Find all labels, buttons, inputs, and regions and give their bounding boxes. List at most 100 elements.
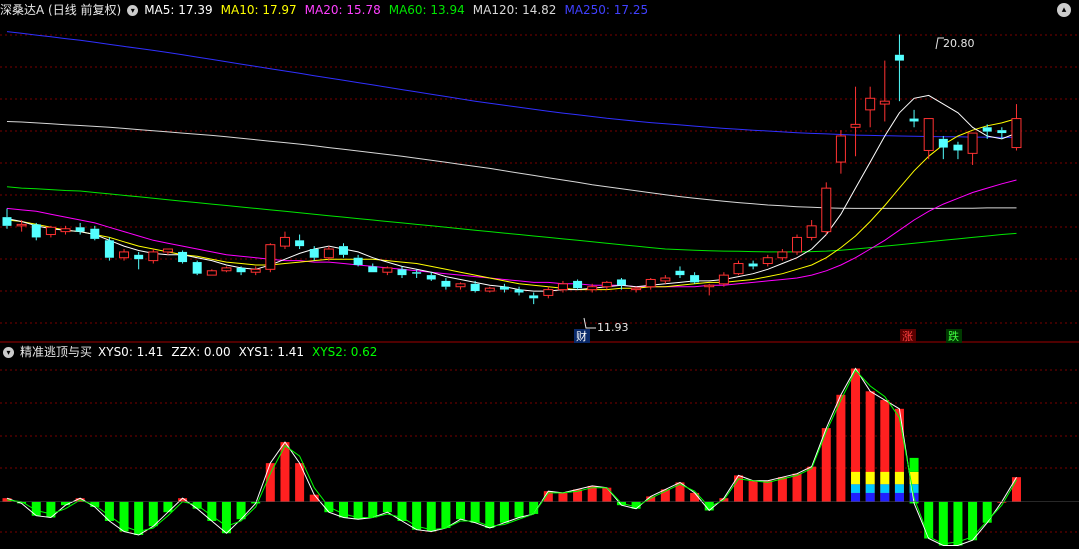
oscillator-bar[interactable] [763,480,773,502]
marker-die[interactable]: 跌 [948,329,959,343]
candle[interactable] [733,260,744,276]
candle[interactable] [601,280,612,290]
candle[interactable] [279,231,290,250]
marker-zhang[interactable]: 涨 [902,330,913,343]
candle[interactable] [1011,104,1022,151]
candle[interactable] [323,246,334,261]
candle[interactable] [923,118,934,160]
candle[interactable] [484,286,495,293]
candle[interactable] [748,260,758,270]
candle[interactable] [645,278,656,290]
candle[interactable] [879,60,890,122]
oscillator-bar[interactable] [865,391,875,502]
oscillator-bar[interactable] [807,466,817,502]
candle[interactable] [368,263,378,273]
candle[interactable] [529,292,539,305]
oscillator-bar[interactable] [441,501,451,528]
oscillator-bar[interactable] [836,394,846,502]
candle[interactable] [704,283,715,296]
candle[interactable] [31,222,41,241]
circle-down-icon[interactable]: ▾ [3,347,14,358]
oscillator-bar[interactable] [221,501,231,534]
candle[interactable] [353,254,363,267]
candle[interactable] [675,266,685,279]
candle[interactable] [75,222,85,235]
stock-chart[interactable]: 20.80 11.93 财 涨 跌 [0,0,1079,549]
candle[interactable] [2,208,12,229]
candle[interactable] [762,254,773,267]
oscillator-bar[interactable] [412,501,422,530]
oscillator-bar[interactable] [982,501,992,523]
candle[interactable] [690,272,700,284]
oscillator-bar[interactable] [265,463,275,502]
candle[interactable] [178,250,188,264]
oscillator-bar[interactable] [924,501,934,539]
oscillator-bar[interactable] [968,501,978,541]
candle[interactable] [104,237,114,261]
oscillator-bar[interactable] [456,501,466,520]
candle[interactable] [192,260,202,276]
oscillator-bar[interactable] [368,501,378,518]
oscillator-bar[interactable] [792,473,802,502]
candle[interactable] [295,234,305,250]
candle[interactable] [90,225,100,241]
candle[interactable] [397,266,407,279]
oscillator-bar[interactable] [382,501,392,513]
oscillator-bar[interactable] [485,501,495,528]
oscillator-bar[interactable] [236,501,246,520]
oscillator-bar[interactable] [529,501,539,514]
candle[interactable] [909,109,919,128]
oscillator-bars[interactable] [2,368,1021,546]
candle[interactable] [45,225,56,238]
candle[interactable] [865,86,876,128]
collapse-icon[interactable]: ▴ [1057,3,1071,17]
candlesticks[interactable] [2,34,1022,305]
candle[interactable] [455,282,466,290]
candle[interactable] [162,248,173,255]
oscillator-bar[interactable] [514,501,524,518]
candle[interactable] [938,135,948,160]
candle-body [338,246,348,255]
candle[interactable] [894,34,904,102]
candle[interactable] [835,130,846,174]
candle[interactable] [806,220,817,241]
oscillator-bar[interactable] [558,492,568,502]
oscillator-bar[interactable] [163,501,173,513]
oscillator-bar[interactable] [938,501,948,546]
oscillator-bar[interactable] [851,368,861,502]
candle[interactable] [221,266,232,273]
candle[interactable] [792,234,803,255]
candle[interactable] [850,86,861,157]
candle-body [777,251,788,259]
candle[interactable] [967,132,978,165]
candle[interactable] [265,243,276,273]
candle[interactable] [821,182,832,235]
candle[interactable] [660,275,671,284]
candle[interactable] [148,249,159,264]
oscillator-bar[interactable] [880,400,890,502]
candle-body [397,269,407,276]
candle[interactable] [441,278,451,290]
oscillator-bar[interactable] [470,501,480,523]
oscillator-bar[interactable] [953,501,963,546]
oscillator-bar[interactable] [748,480,758,502]
candle[interactable] [514,286,524,296]
marker-cai[interactable]: 财 [576,329,587,343]
oscillator-bar[interactable] [894,408,904,502]
oscillator-bar[interactable] [499,501,509,523]
candle[interactable] [206,269,217,276]
candle[interactable] [134,251,144,270]
candle[interactable] [250,266,261,276]
candle[interactable] [953,141,963,160]
candle[interactable] [573,279,583,290]
candle[interactable] [382,266,393,276]
oscillator-bar[interactable] [777,477,787,502]
xys0-bar [807,466,817,502]
circle-down-icon[interactable]: ▾ [127,5,139,16]
oscillator-bar[interactable] [602,487,612,502]
candle[interactable] [60,225,71,235]
high-price-label: 20.80 [943,37,975,50]
oscillator-bar[interactable] [426,501,436,532]
candle[interactable] [338,243,348,258]
candle[interactable] [543,286,554,299]
